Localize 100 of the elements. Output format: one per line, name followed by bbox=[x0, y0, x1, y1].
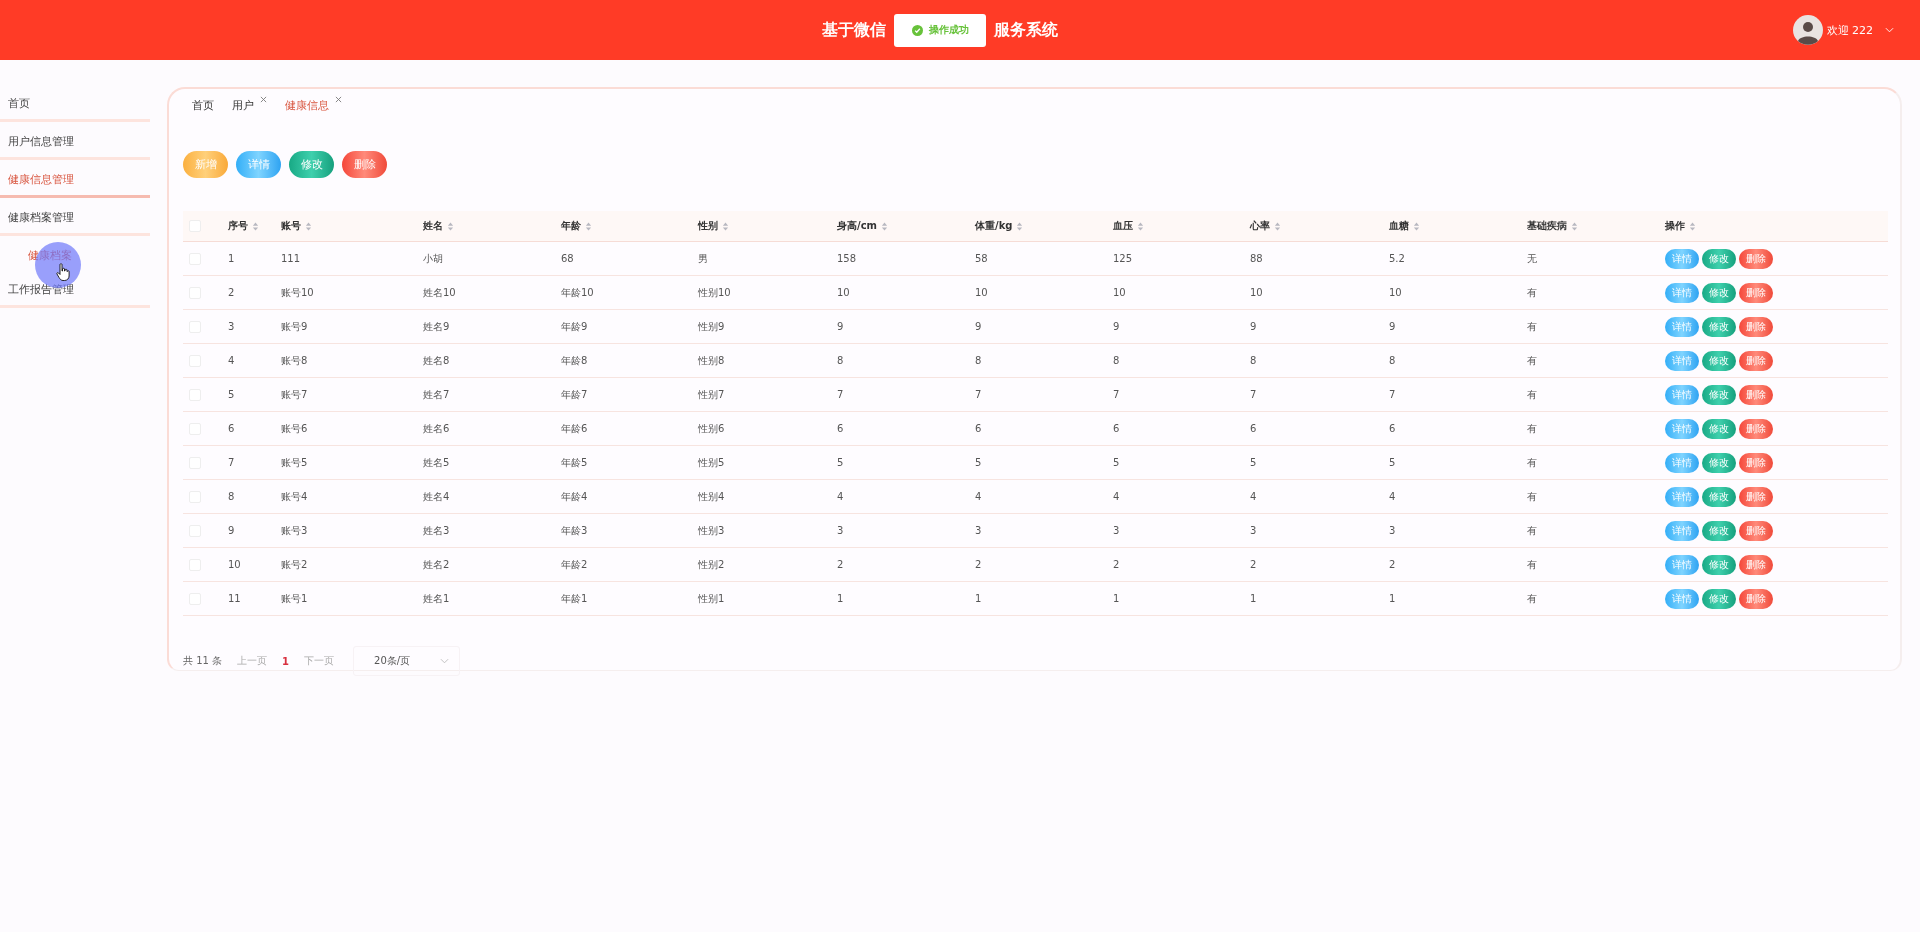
sidebar-item[interactable]: 健康信息管理 bbox=[0, 163, 150, 198]
toolbar-button[interactable]: 新增 bbox=[183, 151, 228, 178]
sort-icon[interactable] bbox=[1137, 221, 1144, 231]
row-action-button[interactable]: 修改 bbox=[1702, 350, 1736, 371]
page-tab[interactable]: 首页 bbox=[192, 97, 214, 113]
close-icon[interactable] bbox=[260, 95, 267, 103]
row-action-button[interactable]: 修改 bbox=[1702, 418, 1736, 439]
row-action-button[interactable]: 详情 bbox=[1665, 384, 1699, 405]
row-action-button[interactable]: 修改 bbox=[1702, 588, 1736, 609]
column-header[interactable]: 操作 bbox=[1665, 219, 1685, 233]
table-cell: 3 bbox=[975, 525, 982, 536]
row-action-button[interactable]: 删除 bbox=[1739, 554, 1773, 575]
column-header[interactable]: 基础疾病 bbox=[1527, 219, 1567, 233]
table-cell: 11 bbox=[228, 593, 241, 604]
row-action-button[interactable]: 详情 bbox=[1665, 554, 1699, 575]
table-cell: 9 bbox=[975, 321, 982, 332]
sidebar-item[interactable]: 健康档案管理 bbox=[0, 201, 150, 236]
row-action-button[interactable]: 详情 bbox=[1665, 316, 1699, 337]
row-action-button[interactable]: 详情 bbox=[1665, 486, 1699, 507]
table-cell: 8 bbox=[228, 491, 235, 502]
sort-icon[interactable] bbox=[585, 221, 592, 231]
table-cell: 年龄9 bbox=[561, 319, 588, 334]
table-cell: 6 bbox=[1389, 423, 1396, 434]
row-action-button[interactable]: 删除 bbox=[1739, 452, 1773, 473]
row-action-button[interactable]: 修改 bbox=[1702, 452, 1736, 473]
table-cell: 年龄2 bbox=[561, 557, 588, 572]
table-cell: 年龄8 bbox=[561, 353, 588, 368]
page-tab[interactable]: 用户 bbox=[232, 97, 267, 113]
row-action-button[interactable]: 详情 bbox=[1665, 520, 1699, 541]
column-header[interactable]: 序号 bbox=[228, 219, 248, 233]
table-cell: 8 bbox=[1250, 355, 1257, 366]
row-action-button[interactable]: 修改 bbox=[1702, 486, 1736, 507]
row-action-button[interactable]: 详情 bbox=[1665, 588, 1699, 609]
sidebar-item[interactable]: 首页 bbox=[0, 87, 150, 122]
row-action-button[interactable]: 删除 bbox=[1739, 486, 1773, 507]
row-action-button[interactable]: 详情 bbox=[1665, 452, 1699, 473]
table-cell: 有 bbox=[1527, 557, 1537, 572]
column-header[interactable]: 身高/cm bbox=[837, 219, 877, 233]
table-cell: 4 bbox=[975, 491, 982, 502]
toolbar-button[interactable]: 删除 bbox=[342, 151, 387, 178]
column-header[interactable]: 心率 bbox=[1250, 219, 1270, 233]
table-cell: 2 bbox=[1389, 559, 1396, 570]
page-tab[interactable]: 健康信息 bbox=[285, 97, 342, 113]
page-size-select[interactable]: 20条/页 bbox=[353, 646, 461, 676]
column-header[interactable]: 血糖 bbox=[1389, 219, 1409, 233]
row-action-button[interactable]: 删除 bbox=[1739, 520, 1773, 541]
sort-icon[interactable] bbox=[447, 221, 454, 231]
table-cell: 5 bbox=[1113, 457, 1120, 468]
row-action-button[interactable]: 修改 bbox=[1702, 316, 1736, 337]
table-cell: 性别9 bbox=[698, 319, 725, 334]
table-cell: 6 bbox=[228, 423, 235, 434]
row-action-button[interactable]: 详情 bbox=[1665, 248, 1699, 269]
sort-icon[interactable] bbox=[1571, 221, 1578, 231]
table-cell: 性别8 bbox=[698, 353, 725, 368]
row-action-button[interactable]: 删除 bbox=[1739, 282, 1773, 303]
sort-icon[interactable] bbox=[1274, 221, 1281, 231]
row-action-button[interactable]: 修改 bbox=[1702, 248, 1736, 269]
table-cell: 7 bbox=[1113, 389, 1120, 400]
row-action-button[interactable]: 删除 bbox=[1739, 588, 1773, 609]
table-cell: 125 bbox=[1113, 253, 1133, 264]
sort-icon[interactable] bbox=[881, 221, 888, 231]
user-greeting[interactable]: 欢迎 222 bbox=[1826, 22, 1873, 38]
row-action-button[interactable]: 删除 bbox=[1739, 248, 1773, 269]
column-header[interactable]: 体重/kg bbox=[975, 219, 1013, 233]
sidebar-item[interactable]: 用户信息管理 bbox=[0, 125, 150, 160]
table-cell: 姓名1 bbox=[423, 591, 450, 606]
row-action-button[interactable]: 修改 bbox=[1702, 520, 1736, 541]
close-icon[interactable] bbox=[335, 95, 342, 103]
table-cell: 有 bbox=[1527, 455, 1537, 470]
page-number[interactable]: 1 bbox=[282, 655, 290, 667]
table-cell: 111 bbox=[281, 253, 301, 264]
sort-icon[interactable] bbox=[305, 221, 312, 231]
sort-icon[interactable] bbox=[1016, 221, 1024, 231]
column-header[interactable]: 血压 bbox=[1113, 219, 1133, 233]
row-action-button[interactable]: 详情 bbox=[1665, 350, 1699, 371]
column-header[interactable]: 年龄 bbox=[561, 219, 581, 233]
chevron-down-icon[interactable] bbox=[440, 658, 450, 664]
row-action-button[interactable]: 修改 bbox=[1702, 384, 1736, 405]
table-cell: 2 bbox=[837, 559, 844, 570]
column-header[interactable]: 性别 bbox=[698, 219, 718, 233]
table-cell: 有 bbox=[1527, 285, 1537, 300]
sort-icon[interactable] bbox=[722, 221, 729, 231]
row-action-button[interactable]: 修改 bbox=[1702, 282, 1736, 303]
sort-icon[interactable] bbox=[1689, 221, 1696, 231]
row-action-button[interactable]: 删除 bbox=[1739, 384, 1773, 405]
row-action-button[interactable]: 删除 bbox=[1739, 350, 1773, 371]
row-action-button[interactable]: 修改 bbox=[1702, 554, 1736, 575]
toolbar-button[interactable]: 修改 bbox=[289, 151, 334, 178]
row-action-button[interactable]: 详情 bbox=[1665, 418, 1699, 439]
sort-icon[interactable] bbox=[1413, 221, 1420, 231]
column-header[interactable]: 账号 bbox=[281, 219, 301, 233]
column-header[interactable]: 姓名 bbox=[423, 219, 443, 233]
row-action-button[interactable]: 删除 bbox=[1739, 316, 1773, 337]
avatar-icon[interactable] bbox=[1792, 15, 1823, 45]
table-cell: 账号2 bbox=[281, 557, 308, 572]
toolbar-button[interactable]: 详情 bbox=[236, 151, 281, 178]
row-action-button[interactable]: 删除 bbox=[1739, 418, 1773, 439]
sort-icon[interactable] bbox=[252, 221, 259, 231]
table-cell: 5 bbox=[975, 457, 982, 468]
row-action-button[interactable]: 详情 bbox=[1665, 282, 1699, 303]
